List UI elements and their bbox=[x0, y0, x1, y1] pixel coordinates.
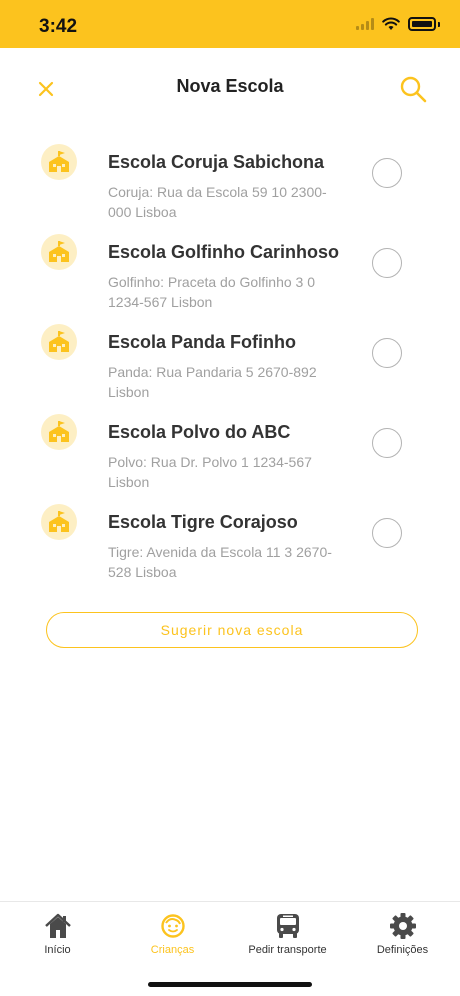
school-list-item[interactable]: Escola Panda Fofinho Panda: Rua Pandaria… bbox=[0, 318, 460, 408]
cellular-signal-icon bbox=[356, 18, 374, 30]
wifi-icon bbox=[382, 17, 400, 30]
child-face-icon bbox=[158, 912, 188, 940]
home-indicator[interactable] bbox=[148, 982, 312, 987]
tab-pedir-transporte[interactable]: Pedir transporte bbox=[230, 902, 345, 972]
tab-label: Crianças bbox=[150, 944, 195, 956]
school-select-radio[interactable] bbox=[372, 518, 402, 548]
school-name: Escola Coruja Sabichona bbox=[108, 152, 325, 172]
school-select-radio[interactable] bbox=[372, 158, 402, 188]
search-icon bbox=[400, 76, 427, 103]
gear-icon bbox=[388, 912, 418, 940]
school-select-radio[interactable] bbox=[372, 338, 402, 368]
school-list: Escola Coruja Sabichona Coruja: Rua da E… bbox=[0, 138, 460, 588]
school-address: Polvo: Rua Dr. Polvo 1 1234-567 Lisbon bbox=[108, 454, 312, 490]
tab-definicoes[interactable]: Definições bbox=[345, 902, 460, 972]
school-address: Coruja: Rua da Escola 59 10 2300-000 Lis… bbox=[108, 184, 327, 220]
tab-label: Pedir transporte bbox=[248, 944, 327, 956]
school-select-radio[interactable] bbox=[372, 428, 402, 458]
suggest-school-button[interactable]: Sugerir nova escola bbox=[46, 612, 418, 648]
page-title: Nova Escola bbox=[176, 76, 284, 96]
school-address: Golfinho: Praceta do Golfinho 3 0 1234-5… bbox=[108, 274, 316, 310]
search-button[interactable] bbox=[398, 74, 428, 104]
school-list-item[interactable]: Escola Coruja Sabichona Coruja: Rua da E… bbox=[0, 138, 460, 228]
battery-nub bbox=[438, 21, 440, 27]
school-building-icon bbox=[41, 144, 77, 180]
school-name: Escola Tigre Corajoso bbox=[108, 512, 298, 532]
school-address: Panda: Rua Pandaria 5 2670-892 Lisbon bbox=[108, 364, 317, 400]
school-address: Tigre: Avenida da Escola 11 3 2670-528 L… bbox=[108, 544, 332, 580]
tab-inicio[interactable]: Início bbox=[0, 902, 115, 972]
school-list-item[interactable]: Escola Tigre Corajoso Tigre: Avenida da … bbox=[0, 498, 460, 588]
tab-criancas[interactable]: Crianças bbox=[115, 902, 230, 972]
home-icon bbox=[43, 912, 73, 940]
battery-icon bbox=[408, 17, 436, 31]
tab-bar: Início Crianças Pedir transporte Definiç… bbox=[0, 901, 460, 996]
school-building-icon bbox=[41, 414, 77, 450]
school-name: Escola Polvo do ABC bbox=[108, 422, 291, 442]
bus-icon bbox=[273, 912, 303, 940]
school-list-item[interactable]: Escola Polvo do ABC Polvo: Rua Dr. Polvo… bbox=[0, 408, 460, 498]
school-name: Escola Panda Fofinho bbox=[108, 332, 297, 352]
school-select-radio[interactable] bbox=[372, 248, 402, 278]
status-time: 3:42 bbox=[39, 16, 78, 37]
school-building-icon bbox=[41, 234, 77, 270]
school-list-item[interactable]: Escola Golfinho Carinhoso Golfinho: Prac… bbox=[0, 228, 460, 318]
school-building-icon bbox=[41, 324, 77, 360]
tab-label: Definições bbox=[376, 944, 429, 956]
status-bar: 3:42 bbox=[0, 0, 460, 48]
tab-label: Início bbox=[44, 944, 71, 956]
school-building-icon bbox=[41, 504, 77, 540]
navigation-bar: Nova Escola bbox=[0, 48, 460, 128]
status-icons bbox=[356, 17, 440, 31]
school-name: Escola Golfinho Carinhoso bbox=[108, 242, 340, 262]
